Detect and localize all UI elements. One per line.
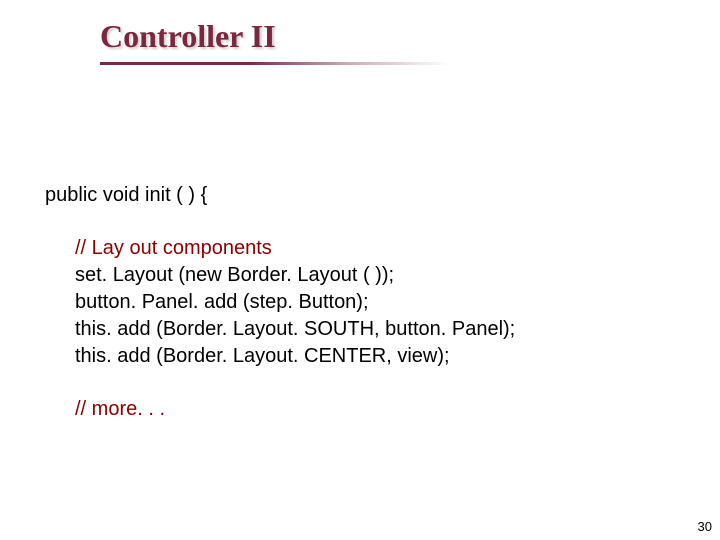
code-line-setlayout: set. Layout (new Border. Layout ( )); [75, 262, 515, 289]
code-block: public void init ( ) { // Lay out compon… [45, 182, 515, 423]
page-number: 30 [698, 519, 712, 534]
slide-title: Controller II [100, 18, 276, 55]
title-underline [100, 62, 450, 65]
comment-layout: // Lay out components [75, 235, 515, 262]
title-area: Controller II [100, 18, 276, 55]
blank-line [45, 209, 515, 235]
comment-more: // more. . . [75, 396, 515, 423]
code-line-add-center: this. add (Border. Layout. CENTER, view)… [75, 343, 515, 370]
slide: Controller II public void init ( ) { // … [0, 0, 720, 540]
blank-line-2 [45, 370, 515, 396]
code-line-add-south: this. add (Border. Layout. SOUTH, button… [75, 316, 515, 343]
code-line-panel-add: button. Panel. add (step. Button); [75, 289, 515, 316]
method-signature: public void init ( ) { [45, 182, 515, 209]
